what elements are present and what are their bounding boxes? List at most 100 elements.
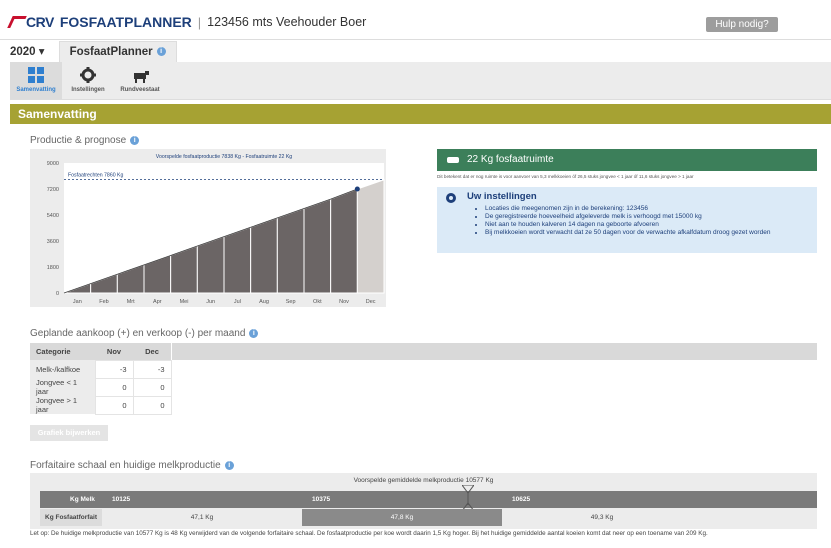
x-tick-label: Apr	[153, 299, 162, 305]
reference-label: Fosfaatrechten 7860 Kg	[68, 172, 123, 178]
cow-icon	[447, 157, 459, 163]
year-dropdown[interactable]: 2020 ▾	[10, 44, 45, 58]
year-bar: 2020 ▾ FosfaatPlanner i	[0, 40, 177, 62]
help-button[interactable]: Hulp nodig?	[706, 17, 778, 32]
tool-label: Instellingen	[71, 87, 105, 93]
phosphate-space-card: 22 Kg fosfaatruimte	[437, 149, 817, 171]
settings-card: Uw instellingen Locaties die meegenomen …	[437, 187, 817, 253]
cow-icon	[132, 67, 149, 83]
column-header: Nov	[95, 343, 133, 360]
area-segment	[330, 188, 358, 294]
area-segment	[303, 198, 332, 294]
section-header: Samenvatting	[10, 104, 831, 124]
kg-forfait-value-active: 47,8 Kg	[302, 509, 502, 526]
area-segment	[356, 179, 385, 294]
customer-name: 123456 mts Veehouder Boer	[207, 15, 367, 29]
y-tick-label: 5400	[47, 213, 59, 219]
column-header: Categorie	[30, 343, 95, 360]
info-icon[interactable]: i	[130, 136, 140, 145]
y-tick-label: 0	[56, 291, 59, 297]
settings-list: Locaties die meegenomen zijn in de berek…	[485, 205, 807, 237]
x-tick-label: Mrt	[127, 299, 135, 305]
kg-melk-value: 10375	[312, 496, 331, 503]
tab-fosfaatplanner[interactable]: FosfaatPlanner i	[58, 40, 177, 62]
brand-name: CRV	[26, 14, 54, 30]
nov-input[interactable]: -3	[94, 359, 134, 379]
y-tick-label: 1800	[47, 265, 59, 271]
current-point	[354, 186, 360, 192]
tool-label: Rundveestaat	[120, 87, 160, 93]
x-tick-label: Jul	[234, 299, 241, 305]
kg-forfait-value: 49,3 Kg	[502, 509, 702, 526]
x-tick-label: Mei	[180, 299, 189, 305]
info-icon[interactable]: i	[156, 47, 166, 56]
app-name: FOSFAATPLANNER	[59, 14, 192, 30]
area-segment	[276, 207, 305, 294]
table-header-row: Categorie Nov Dec	[30, 343, 171, 360]
tool-rundveestaat[interactable]: Rundveestaat	[114, 62, 166, 99]
column-header: Dec	[133, 343, 171, 360]
category-cell: Jongvee < 1 jaar	[30, 378, 95, 396]
forfait-title: Forfaitaire schaal en huidige melkproduc…	[30, 460, 234, 471]
x-tick-label: Aug	[259, 299, 269, 305]
tool-samenvatting[interactable]: Samenvatting	[10, 62, 62, 99]
gear-icon	[446, 193, 456, 203]
settings-item: Locaties die meegenomen zijn in de berek…	[485, 205, 807, 213]
dec-input[interactable]: 0	[132, 377, 172, 397]
production-title-text: Productie & prognose	[30, 135, 127, 146]
area-segment	[196, 235, 225, 294]
planned-title: Geplande aankoop (+) en verkoop (-) per …	[30, 328, 259, 339]
planned-table: Categorie Nov Dec Melk-/kalfkoe -3 -3 Jo…	[30, 343, 172, 415]
chart-title: Voorspelde fosfaatproductie 7838 Kg - Fo…	[156, 154, 293, 160]
tool-label: Samenvatting	[16, 87, 56, 93]
settings-title: Uw instellingen	[467, 191, 537, 202]
settings-item: Niet aan te houden kalveren 14 dagen na …	[485, 221, 807, 229]
x-tick-label: Okt	[313, 299, 322, 305]
info-icon[interactable]: i	[249, 329, 259, 338]
category-cell: Jongvee > 1 jaar	[30, 396, 95, 414]
settings-item: Bij melkkoeien wordt verwacht dat ze 50 …	[485, 229, 807, 237]
kg-forfait-value: 47,1 Kg	[102, 509, 302, 526]
info-icon[interactable]: i	[224, 461, 234, 470]
chart-svg: Voorspelde fosfaatproductie 7838 Kg - Fo…	[47, 154, 385, 305]
forfait-title-text: Forfaitaire schaal en huidige melkproduc…	[30, 460, 221, 471]
crv-logo-icon	[7, 16, 27, 28]
table-row: Jongvee > 1 jaar 0 0	[30, 395, 172, 415]
category-cell: Melk-/kalfkoe	[30, 360, 95, 378]
update-chart-button[interactable]: Grafiek bijwerken	[30, 425, 108, 441]
kg-forfait-row: Kg Fosfaatforfait 47,1 Kg 47,8 Kg 49,3 K…	[40, 509, 817, 526]
y-tick-label: 9000	[47, 161, 59, 167]
planned-title-text: Geplande aankoop (+) en verkoop (-) per …	[30, 328, 246, 339]
kg-melk-value: 10625	[512, 496, 531, 503]
x-tick-label: Feb	[99, 299, 108, 305]
area-segment	[250, 217, 278, 294]
x-tick-label: Nov	[339, 299, 349, 305]
table-row: Melk-/kalfkoe -3 -3	[30, 359, 172, 379]
tool-instellingen[interactable]: Instellingen	[62, 62, 114, 99]
tab-label: FosfaatPlanner	[69, 45, 153, 58]
toolbar: Samenvatting Instellingen Rundveestaat	[10, 62, 831, 100]
x-tick-label: Jun	[206, 299, 215, 305]
x-tick-label: Dec	[366, 299, 376, 305]
predicted-production: Voorspelde gemiddelde melkproductie 1057…	[353, 477, 494, 484]
settings-item: De geregistreerde hoeveelheid afgeleverd…	[485, 213, 807, 221]
area-segment	[223, 226, 252, 294]
table-row: Jongvee < 1 jaar 0 0	[30, 377, 172, 397]
app-logo[interactable]: CRV FOSFAATPLANNER | 123456 mts Veehoude…	[7, 14, 367, 30]
kg-melk-value: 10125	[112, 496, 131, 503]
kg-forfait-label: Kg Fosfaatforfait	[40, 509, 102, 526]
planned-header-fill	[172, 343, 817, 360]
forfait-note: Let op: De huidige melkproductie van 105…	[30, 530, 708, 537]
dec-input[interactable]: 0	[132, 395, 172, 415]
gear-icon	[80, 67, 96, 83]
forfait-scale: Voorspelde gemiddelde melkproductie 1057…	[30, 473, 817, 529]
y-tick-label: 3600	[47, 239, 59, 245]
phosphate-space-text: 22 Kg fosfaatruimte	[467, 154, 554, 165]
top-bar: CRV FOSFAATPLANNER | 123456 mts Veehoude…	[0, 0, 831, 40]
dec-input[interactable]: -3	[132, 359, 172, 379]
nov-input[interactable]: 0	[94, 395, 134, 415]
nov-input[interactable]: 0	[94, 377, 134, 397]
x-tick-label: Jan	[73, 299, 82, 305]
marker-icon	[462, 485, 474, 511]
production-title: Productie & prognose i	[30, 135, 140, 146]
